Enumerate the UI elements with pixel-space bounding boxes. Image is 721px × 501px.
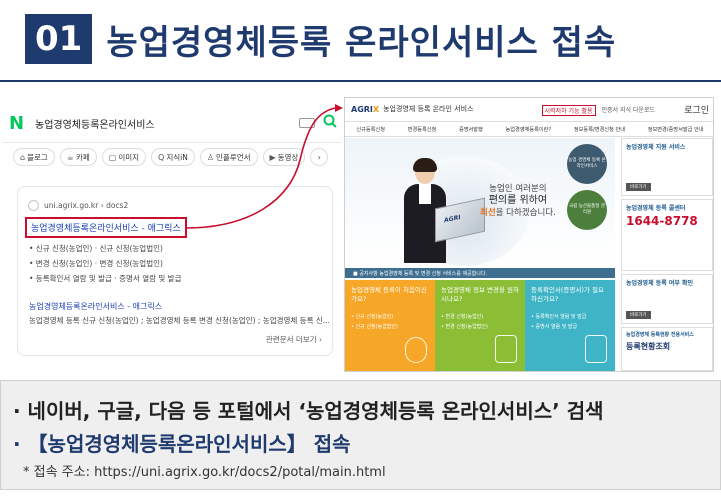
instruction-search: · 네이버, 구글, 다음 등 포털에서 ‘농업경영체등록 온라인서비스’ 검색 <box>13 399 604 423</box>
badge-naqs: 국립 농산물품질 관리원 <box>567 190 607 230</box>
box-link[interactable]: • 신규 신청(농업법인) <box>351 322 429 332</box>
box-link[interactable]: • 등록확인서 열람 및 발급 <box>531 312 609 322</box>
video-icon: ▶ <box>269 152 276 162</box>
sub-result-title[interactable]: 농업경영체등록온라인서비스 - 애그릭스 <box>29 301 162 312</box>
blog-icon: ⌂ <box>20 152 26 162</box>
naver-logo-icon: N <box>9 112 25 134</box>
box-certificate[interactable]: 등록확인서(증명서)가 필요하신가요? • 등록확인서 열람 및 발급 • 증명… <box>525 280 615 371</box>
certificate-icon <box>585 335 607 363</box>
hero-badges: 농업 경영체 등록 온라인서비스 국립 농산물품질 관리원 <box>567 144 611 236</box>
box-link[interactable]: • 변경 신청(농업인) <box>441 312 519 322</box>
kin-icon: Q <box>158 152 165 162</box>
result-site-url: uni.agrix.go.kr › docs2 <box>44 201 129 210</box>
search-input[interactable]: 농업경영체등록온라인서비스 <box>35 116 299 131</box>
title-number: 01 <box>25 14 93 64</box>
related-docs-link[interactable]: 관련문서 더보기 › <box>266 334 322 345</box>
box-new-registration[interactable]: 농업경영체 등록이 처음이신가요? • 신규 신청(농업인) • 신규 신청(농… <box>345 280 435 371</box>
box-change-registration[interactable]: 농업경영체 정보 변경을 원하시나요? • 변경 신청(농업인) • 변경 신청… <box>435 280 525 371</box>
site-favicon-icon <box>28 200 39 211</box>
nav-change-guide[interactable]: 정보변경/증명서발급 안내 <box>648 126 704 133</box>
search-tabs: ⌂ 블로그 ☕ 카페 ▢ 이미지 Q 지식iN ♙ 인플루언서 ▶ 동영상 › <box>13 148 329 166</box>
tab-video[interactable]: ▶ 동영상 <box>262 148 306 166</box>
influencer-icon: ♙ <box>206 152 214 162</box>
side-check-button[interactable]: 바로가기 <box>626 311 651 319</box>
sitelink-change[interactable]: • 변경 신청(농업인) · 변경 신청(농업법인) <box>29 256 181 271</box>
status-lookup[interactable]: 등록현황조회 <box>626 341 708 352</box>
instruction-box: · 네이버, 구글, 다음 등 포털에서 ‘농업경영체등록 온라인서비스’ 검색… <box>0 380 721 490</box>
tab-image[interactable]: ▢ 이미지 <box>101 148 147 166</box>
title-text: 농업경영체등록 온라인서비스 접속 <box>106 22 617 63</box>
naver-search-bar[interactable]: N 농업경영체등록온라인서비스 <box>9 108 337 138</box>
agrix-logo[interactable]: AGRIX <box>351 105 379 114</box>
result-title: 농업경영체등록온라인서비스 <box>31 224 139 234</box>
result-sitelinks: • 신규 신청(농업인) · 신규 신청(농업법인) • 변경 신청(농업인) … <box>29 241 181 286</box>
side-support-button[interactable]: 바로가기 <box>626 183 651 191</box>
search-divider <box>3 142 341 143</box>
agrix-top-links: 시력저하 기능 활용 인증서 지식 다운로드 <box>541 105 656 116</box>
tab-blog[interactable]: ⌂ 블로그 <box>13 148 55 166</box>
result-site[interactable]: uni.agrix.go.kr › docs2 <box>28 200 128 211</box>
box-link[interactable]: • 변경 신청(농업법인) <box>441 322 519 332</box>
tab-influencer[interactable]: ♙ 인플루언서 <box>199 148 258 166</box>
sitelink-new[interactable]: • 신규 신청(농업인) · 신규 신청(농업법인) <box>29 241 181 256</box>
tab-cafe[interactable]: ☕ 카페 <box>59 148 97 166</box>
hero-slogan: 농업인 여러분의 편의를 위하여 최선을 다하겠습니다. <box>480 184 556 218</box>
agrix-site-screenshot: AGRIX 농업경영체 등록 온라인 서비스 시력저하 기능 활용 인증서 지식… <box>344 97 714 372</box>
nav-new-registration[interactable]: 신규등록신청 <box>356 126 385 133</box>
cert-download-link[interactable]: 인증서 지식 다운로드 <box>602 105 656 116</box>
service-boxes: 농업경영체 등록이 처음이신가요? • 신규 신청(농업인) • 신규 신청(농… <box>345 280 615 371</box>
title-divider <box>0 80 721 82</box>
nav-certificate[interactable]: 증명서발행 <box>459 126 483 133</box>
sitelink-certificate[interactable]: • 등록확인서 열람 및 발급 · 증명서 열람 및 발급 <box>29 271 181 286</box>
tab-kin[interactable]: Q 지식iN <box>151 148 195 166</box>
box-link[interactable]: • 신규 신청(농업인) <box>351 312 429 322</box>
side-status-card[interactable]: 농업경영체 등록현황 전용서비스 등록현황조회 <box>621 327 713 371</box>
accessibility-link[interactable]: 시력저하 기능 활용 <box>541 105 596 116</box>
nav-guide[interactable]: 정보등록/변경신청 안내 <box>574 126 625 133</box>
side-support-card[interactable]: 농업경영체 지원 서비스 바로가기 <box>621 138 713 196</box>
search-icon[interactable] <box>323 114 337 132</box>
instruction-access: · 【농업경영체등록온라인서비스】 접속 <box>13 432 351 456</box>
tab-next-button[interactable]: › <box>310 148 329 166</box>
nav-about[interactable]: 농업경영체등록이란? <box>506 126 552 133</box>
agrix-header: AGRIX 농업경영체 등록 온라인 서비스 시력저하 기능 활용 인증서 지식… <box>345 98 713 120</box>
side-check-card[interactable]: 농업경영체 등록 여부 확인 바로가기 <box>621 274 713 324</box>
image-icon: ▢ <box>108 152 117 162</box>
login-button[interactable]: 로그인 <box>684 103 709 116</box>
agrix-hero-banner: AGRI 농업인 여러분의 편의를 위하여 최선을 다하겠습니다. 농업 경영체… <box>345 138 615 266</box>
keyboard-icon[interactable] <box>299 118 315 128</box>
notice-ticker[interactable]: ■ 공지사항 농업경영체 등록 및 변경 신청 서비스를 제공합니다. <box>345 268 615 278</box>
result-title-link[interactable]: 농업경영체등록온라인서비스 - 애그릭스 <box>25 217 187 238</box>
box-link[interactable]: • 증명서 열람 및 발급 <box>531 322 609 332</box>
naver-search-screenshot: N 농업경영체등록온라인서비스 ⌂ 블로그 ☕ 카페 ▢ 이미지 Q 지식iN ♙ 인플루… <box>3 100 341 370</box>
sub-result-desc: 농업경영체 등록 신규 신청(농업인) ; 농업경영체 등록 변경 신청(농업인… <box>29 316 329 325</box>
document-icon <box>495 335 517 363</box>
badge-online-service: 농업 경영체 등록 온라인서비스 <box>567 144 607 184</box>
agrix-site-name: 농업경영체 등록 온라인 서비스 <box>383 105 474 113</box>
mouse-icon <box>405 337 427 363</box>
agrix-sidebar: 농업경영체 지원 서비스 바로가기 농업경영체 등록 콜센터 1644-8778… <box>621 138 713 371</box>
callcenter-phone: 1644-8778 <box>626 214 698 228</box>
agrix-nav: 신규등록신청 변경등록신청 증명서발행 농업경영체등록이란? 정보등록/변경신청… <box>345 121 713 137</box>
chevron-right-icon: › <box>317 152 321 162</box>
search-result-card: uni.agrix.go.kr › docs2 농업경영체등록온라인서비스 - … <box>17 186 333 356</box>
slide-title: 01 농업경영체등록 온라인서비스 접속 <box>25 14 616 64</box>
side-callcenter-card: 농업경영체 등록 콜센터 1644-8778 <box>621 199 713 271</box>
nav-change-registration[interactable]: 변경등록신청 <box>408 126 437 133</box>
instruction-url: * 접속 주소: https://uni.agrix.go.kr/docs2/p… <box>23 465 386 480</box>
cafe-icon: ☕ <box>66 152 74 162</box>
result-title-suffix: - 애그릭스 <box>138 224 181 234</box>
